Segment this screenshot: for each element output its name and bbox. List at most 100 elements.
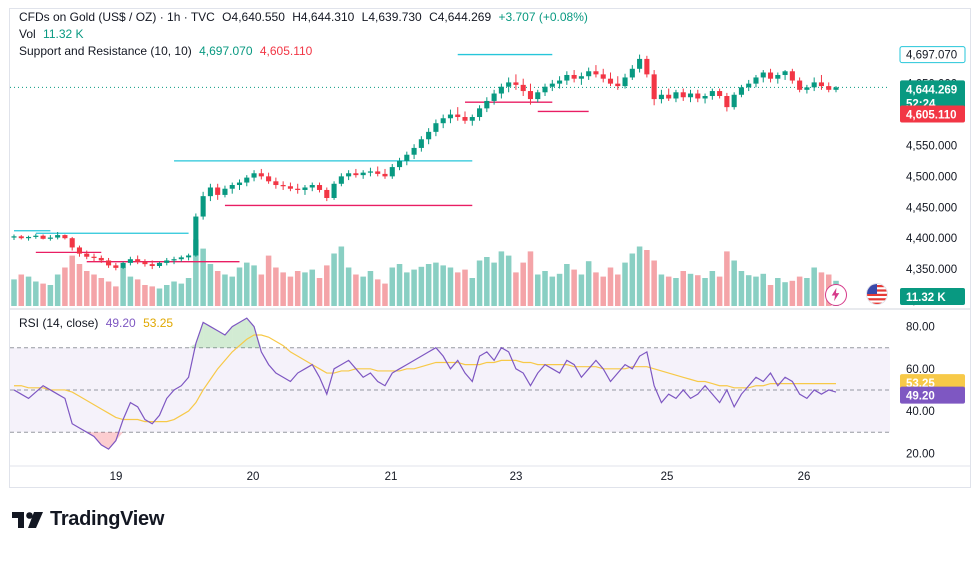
volume-bar <box>142 285 148 306</box>
rsi-tick-label: 40.00 <box>906 406 935 418</box>
volume-bar <box>738 271 745 306</box>
legend-low-value: 4,639.730 <box>368 10 422 24</box>
candle-body <box>651 74 657 100</box>
candle-body <box>69 238 75 248</box>
volume-bar <box>353 274 359 306</box>
legend-support-resistance: Support and Resistance (10, 10) 4,697.07… <box>19 44 312 58</box>
candle-body <box>673 92 679 99</box>
volume-bar <box>91 274 97 306</box>
volume-bar <box>665 276 672 306</box>
volume-bar <box>716 276 723 306</box>
candle-body <box>127 259 133 263</box>
candle-body <box>782 71 788 75</box>
candle-body <box>804 87 810 90</box>
candle-body <box>426 131 432 140</box>
candle-body <box>557 80 563 84</box>
candle-body <box>411 147 417 155</box>
volume-bar <box>265 255 272 306</box>
candle-body <box>207 187 213 197</box>
candle-body <box>149 264 155 266</box>
legend-ohlc: CFDs on Gold (US$ / OZ) · 1h · TVC O4,64… <box>19 10 588 24</box>
volume-bar <box>309 269 316 306</box>
candle-body <box>637 58 643 69</box>
candle-body <box>156 262 163 266</box>
candle-body <box>833 87 839 90</box>
candle-body <box>338 176 344 184</box>
volume-bar <box>505 255 512 306</box>
volume-bar <box>760 273 767 306</box>
candle-body <box>360 172 366 176</box>
candle-body <box>40 235 46 239</box>
candle-body <box>826 86 832 90</box>
volume-bar <box>753 276 759 306</box>
candle-body <box>193 216 199 256</box>
time-tick-label: 20 <box>247 471 260 483</box>
volume-bar <box>578 274 585 306</box>
volume-bar <box>360 276 366 306</box>
candle-body <box>302 187 308 190</box>
candle-body <box>491 93 497 101</box>
legend-sr-resistance: 4,697.070 <box>199 44 253 58</box>
resistance-tag-value: 4,697.070 <box>906 50 957 62</box>
candle-body <box>98 257 104 261</box>
candle-body <box>753 77 759 84</box>
candle-body <box>433 123 439 132</box>
volume-bar <box>62 267 68 306</box>
rsi-overbought-fill <box>239 318 247 348</box>
candle-body <box>106 260 112 266</box>
volume-bar <box>796 276 803 306</box>
price-tick-label: 4,350.000 <box>906 264 957 276</box>
candle-body <box>666 94 672 99</box>
volume-bar <box>811 267 817 306</box>
candle-body <box>324 189 330 198</box>
candle-body <box>353 173 359 176</box>
volume-bar <box>280 272 286 306</box>
volume-bar <box>600 276 606 306</box>
legend-open-label: O <box>222 10 232 24</box>
flash-icon[interactable] <box>825 284 847 306</box>
volume-bar <box>425 264 432 306</box>
time-tick-label: 19 <box>110 471 123 483</box>
candle-body <box>724 96 730 108</box>
volume-bar <box>644 250 650 306</box>
legend-sr-label: Support and Resistance (10, 10) <box>19 44 192 58</box>
time-tick-label: 26 <box>798 471 811 483</box>
candle-body <box>287 186 293 189</box>
volume-bar <box>40 283 46 306</box>
candle-body <box>702 96 708 99</box>
volume-bar <box>33 281 39 306</box>
volume-bar <box>767 285 774 306</box>
candle-body <box>607 78 614 84</box>
us-flag-icon[interactable] <box>866 283 888 305</box>
candle-body <box>462 117 468 121</box>
legend-high-label: H <box>292 10 301 24</box>
volume-bar <box>564 264 570 306</box>
volume-bar <box>236 267 243 306</box>
volume-bar <box>745 275 752 306</box>
volume-bar <box>185 278 192 306</box>
candle-body <box>811 82 817 88</box>
legend-rsi: RSI (14, close) 49.20 53.25 <box>19 316 173 330</box>
volume-bar <box>149 286 155 306</box>
candle-body <box>171 259 177 261</box>
candle-body <box>266 176 272 182</box>
volume-bar <box>418 266 425 306</box>
current-price-tag-text: 4,644.269 <box>906 84 957 96</box>
candle-body <box>520 84 526 92</box>
legend-change: +3.707 (+0.08%) <box>498 10 588 24</box>
candle-body <box>295 188 301 190</box>
volume-bar <box>11 279 17 306</box>
volume-bar <box>134 279 141 306</box>
volume-bar <box>389 267 396 306</box>
candle-body <box>47 237 53 239</box>
candle-body <box>629 68 635 78</box>
candle-body <box>186 255 192 258</box>
candle-body <box>455 114 461 118</box>
price-tick-label: 4,450.000 <box>906 202 957 214</box>
candle-body <box>658 94 664 100</box>
candle-body <box>113 265 119 268</box>
volume-bar <box>775 278 781 306</box>
candle-body <box>709 91 715 96</box>
volume-bar <box>331 253 337 306</box>
volume-bar <box>338 246 345 306</box>
